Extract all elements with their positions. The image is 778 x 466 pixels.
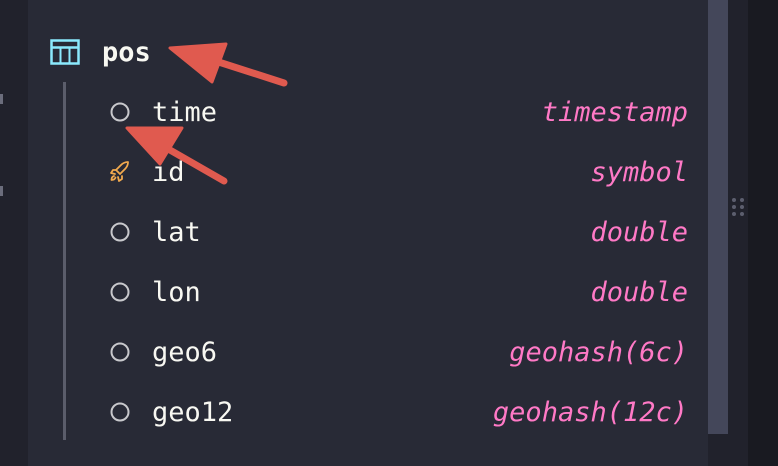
tree-guide-line: [63, 82, 66, 440]
circle-icon: [108, 280, 132, 304]
column-row[interactable]: geo12 geohash(12c): [108, 390, 688, 434]
gutter-marker: [0, 94, 3, 104]
table-name: pos: [102, 36, 151, 68]
adjacent-pane: [748, 0, 778, 466]
table-node-pos[interactable]: pos: [50, 34, 151, 70]
resize-handle-icon[interactable]: [730, 198, 746, 226]
column-type: double: [590, 276, 688, 308]
column-name: time: [152, 96, 218, 128]
scrollbar[interactable]: [708, 0, 728, 434]
column-row[interactable]: geo6 geohash(6c): [108, 330, 688, 374]
column-row[interactable]: lon double: [108, 270, 688, 314]
circle-icon: [108, 100, 132, 124]
column-name: lon: [152, 276, 201, 308]
circle-icon: [108, 340, 132, 364]
column-name: lat: [152, 216, 201, 248]
table-icon: [50, 39, 80, 65]
column-type: double: [590, 216, 688, 248]
pane-divider: [728, 0, 748, 466]
column-type: timestamp: [541, 96, 688, 128]
column-name: geo6: [152, 336, 218, 368]
column-name: id: [152, 156, 185, 188]
gutter-marker: [0, 186, 3, 196]
circle-icon: [108, 400, 132, 424]
column-row[interactable]: lat double: [108, 210, 688, 254]
rocket-icon: [108, 160, 132, 184]
column-type: symbol: [590, 156, 688, 188]
column-type: geohash(6c): [509, 336, 688, 368]
column-name: geo12: [152, 396, 234, 428]
column-row[interactable]: id symbol: [108, 150, 688, 194]
circle-icon: [108, 220, 132, 244]
column-row[interactable]: time timestamp: [108, 90, 688, 134]
left-gutter: [0, 0, 28, 466]
column-type: geohash(12c): [492, 396, 688, 428]
